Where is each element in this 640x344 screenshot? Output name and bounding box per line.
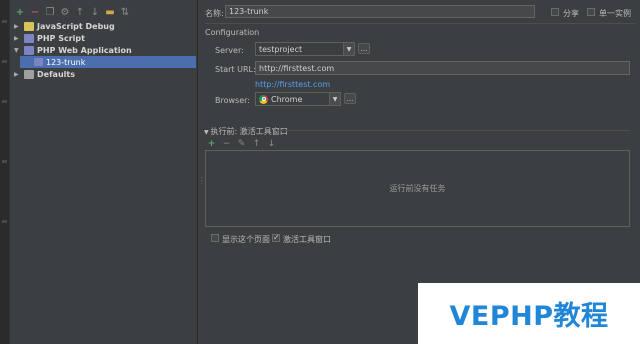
gutter-mark xyxy=(2,60,7,63)
tree-item-label: 123-trunk xyxy=(46,57,86,67)
move-down-icon[interactable]: ↓ xyxy=(89,7,101,19)
tree-toolbar: + − ❐ ⚙ ↑ ↓ ▬ ⇅ xyxy=(14,6,131,20)
show-page-label: 显示这个页面 xyxy=(222,235,270,244)
tree-item-php-web-application[interactable]: ▼ PHP Web Application xyxy=(14,44,196,56)
browser-browse-button[interactable]: ... xyxy=(344,93,356,104)
before-launch-task-list[interactable]: 运行前没有任务 xyxy=(205,150,630,227)
gutter-mark xyxy=(2,220,7,223)
remove-icon[interactable]: − xyxy=(29,7,41,19)
before-launch-title[interactable]: ▼ 执行前: 激活工具窗口 xyxy=(204,126,288,137)
tree-item-label: JavaScript Debug xyxy=(37,21,115,31)
splitter-handle[interactable]: ⋮ xyxy=(198,176,206,185)
server-value: testproject xyxy=(259,44,303,54)
start-url-label: Start URL: xyxy=(215,65,256,74)
php-web-icon xyxy=(24,45,34,55)
browser-select[interactable]: Chrome ▼ xyxy=(255,92,341,106)
add-task-icon[interactable]: + xyxy=(206,139,217,149)
php-web-icon xyxy=(34,58,43,66)
start-url-link[interactable]: http://firsttest.com xyxy=(255,80,330,89)
empty-list-text: 运行前没有任务 xyxy=(389,184,446,193)
before-launch-toolbar: + − ✎ ↑ ↓ xyxy=(206,139,277,149)
configuration-section-title: Configuration xyxy=(205,28,260,37)
add-icon[interactable]: + xyxy=(14,7,26,19)
start-url-field[interactable]: http://firsttest.com xyxy=(255,61,630,75)
configuration-tree: ▶ JavaScript Debug ▶ PHP Script ▼ PHP We… xyxy=(14,20,196,80)
single-instance-checkbox[interactable] xyxy=(587,8,595,16)
share-label: 分享 xyxy=(563,9,579,18)
move-task-up-icon[interactable]: ↑ xyxy=(251,139,262,149)
chevron-down-icon[interactable]: ▼ xyxy=(329,93,340,105)
tree-item-defaults[interactable]: ▶ Defaults xyxy=(14,68,196,80)
name-field[interactable]: 123-trunk xyxy=(225,5,535,18)
before-launch-divider xyxy=(275,130,630,131)
share-checkbox[interactable] xyxy=(551,8,559,16)
javascript-icon xyxy=(24,21,34,31)
gutter-mark xyxy=(2,20,7,23)
remove-task-icon[interactable]: − xyxy=(221,139,232,149)
tree-item-123-trunk[interactable]: 123-trunk xyxy=(20,56,196,68)
single-instance-label: 单一实例 xyxy=(599,9,631,18)
sort-icon[interactable]: ⇅ xyxy=(119,7,131,19)
left-gutter xyxy=(0,0,10,344)
expanded-arrow-icon[interactable]: ▼ xyxy=(14,47,24,54)
before-launch-label: 执行前: 激活工具窗口 xyxy=(210,127,288,136)
tree-item-php-script[interactable]: ▶ PHP Script xyxy=(14,32,196,44)
chevron-down-icon[interactable]: ▼ xyxy=(343,43,354,55)
move-up-icon[interactable]: ↑ xyxy=(74,7,86,19)
activate-tool-window-checkbox[interactable]: ✓ xyxy=(272,234,280,242)
defaults-icon xyxy=(24,69,34,79)
folder-icon[interactable]: ▬ xyxy=(104,7,116,19)
gutter-mark xyxy=(2,160,7,163)
server-label: Server: xyxy=(215,46,244,55)
tree-item-label: Defaults xyxy=(37,69,75,79)
collapsed-arrow-icon[interactable]: ▶ xyxy=(14,35,24,42)
tree-item-label: PHP Script xyxy=(37,33,85,43)
collapsed-arrow-icon[interactable]: ▶ xyxy=(14,71,24,78)
move-task-down-icon[interactable]: ↓ xyxy=(266,139,277,149)
php-icon xyxy=(24,33,34,43)
show-page-checkbox[interactable] xyxy=(211,234,219,242)
server-browse-button[interactable]: ... xyxy=(358,43,370,54)
header-divider xyxy=(205,23,635,24)
watermark-logo: VEPHP教程 xyxy=(418,283,640,344)
chrome-icon xyxy=(259,94,268,104)
activate-tool-window-label: 激活工具窗口 xyxy=(283,235,331,244)
tree-item-label: PHP Web Application xyxy=(37,45,132,55)
tree-item-javascript-debug[interactable]: ▶ JavaScript Debug xyxy=(14,20,196,32)
browser-label: Browser: xyxy=(215,96,250,105)
copy-icon[interactable]: ❐ xyxy=(44,7,56,19)
settings-icon[interactable]: ⚙ xyxy=(59,7,71,19)
collapsed-arrow-icon[interactable]: ▶ xyxy=(14,23,24,30)
gutter-mark xyxy=(2,100,7,103)
browser-value: Chrome xyxy=(271,94,303,104)
name-label: 名称: xyxy=(205,9,224,18)
edit-task-icon[interactable]: ✎ xyxy=(236,139,247,149)
server-select[interactable]: testproject ▼ xyxy=(255,42,355,56)
